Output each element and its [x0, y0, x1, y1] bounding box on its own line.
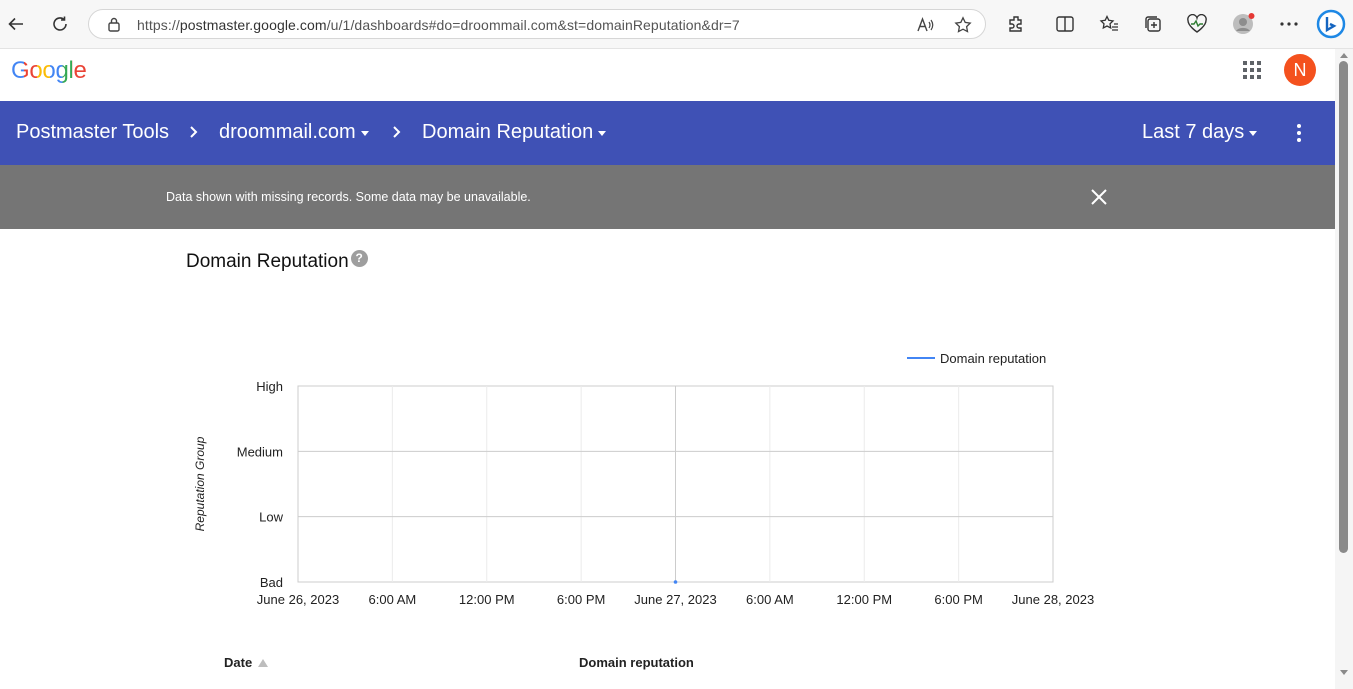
date-range-dropdown[interactable]: Last 7 days	[1142, 121, 1258, 144]
x-tick-label: June 28, 2023	[1012, 592, 1094, 607]
data-point	[673, 580, 678, 584]
domain-dropdown[interactable]: droommail.com	[219, 121, 369, 144]
x-tick-label: 6:00 PM	[934, 592, 982, 607]
page-content: Google N Postmaster Tools droommail.com …	[0, 49, 1335, 689]
domain-name: droommail.com	[219, 121, 356, 143]
avatar-initial: N	[1293, 59, 1307, 80]
vertical-scrollbar[interactable]	[1335, 49, 1353, 689]
lock-icon[interactable]	[107, 16, 121, 37]
browser-toolbar: https://postmaster.google.com/u/1/dashbo…	[0, 0, 1353, 49]
address-bar[interactable]: https://postmaster.google.com/u/1/dashbo…	[88, 9, 986, 39]
y-tick-label: Medium	[237, 444, 283, 459]
google-logo[interactable]: Google	[11, 57, 87, 85]
url-host: postmaster.google.com	[179, 17, 327, 33]
more-vert-icon[interactable]	[1290, 121, 1308, 145]
y-tick-label: High	[256, 379, 283, 394]
url-text[interactable]: https://postmaster.google.com/u/1/dashbo…	[137, 17, 740, 33]
apps-grid-icon[interactable]	[1241, 59, 1263, 81]
column-header-date[interactable]: Date	[224, 655, 269, 670]
chevron-right-icon	[190, 126, 198, 138]
section-title-text: Domain Reputation	[186, 251, 349, 272]
x-tick-label: 6:00 AM	[746, 592, 794, 607]
y-axis-title: Reputation Group	[193, 436, 207, 531]
column-header-domain-reputation[interactable]: Domain reputation	[579, 655, 694, 670]
google-logo-text: Google	[11, 57, 87, 84]
more-options-icon[interactable]	[1276, 11, 1302, 37]
sort-ascending-icon	[258, 658, 269, 667]
chevron-right-icon	[393, 126, 401, 138]
help-icon[interactable]: ?	[350, 249, 368, 267]
dashboard-name: Domain Reputation	[422, 121, 594, 143]
scrollbar-thumb[interactable]	[1339, 61, 1348, 553]
scroll-up-icon[interactable]	[1339, 52, 1349, 59]
browser-essentials-icon[interactable]	[1184, 11, 1210, 37]
dashboard-dropdown[interactable]: Domain Reputation	[422, 121, 607, 144]
extensions-icon[interactable]	[1003, 11, 1029, 37]
section-title: Domain Reputation ?	[186, 249, 368, 273]
collections-icon[interactable]	[1140, 11, 1166, 37]
favorites-icon[interactable]	[1096, 11, 1122, 37]
back-icon[interactable]	[2, 10, 30, 38]
url-scheme: https://	[137, 17, 180, 33]
app-bar: Postmaster Tools droommail.com Domain Re…	[0, 101, 1335, 165]
profile-icon[interactable]	[1230, 11, 1256, 37]
column-header-reputation-label: Domain reputation	[579, 655, 694, 670]
caret-down-icon	[360, 131, 369, 136]
caret-down-icon	[1249, 131, 1258, 136]
x-tick-label: 6:00 AM	[369, 592, 417, 607]
column-header-date-label: Date	[224, 655, 253, 670]
read-aloud-icon[interactable]	[915, 15, 935, 35]
bing-chat-icon[interactable]	[1316, 9, 1346, 39]
date-range-label: Last 7 days	[1142, 121, 1245, 143]
scroll-down-icon[interactable]	[1339, 669, 1349, 676]
banner-message: Data shown with missing records. Some da…	[166, 190, 531, 204]
x-tick-label: 12:00 PM	[459, 592, 515, 607]
close-icon[interactable]	[1089, 187, 1109, 207]
account-avatar[interactable]: N	[1284, 54, 1316, 86]
warning-banner: Data shown with missing records. Some da…	[0, 165, 1335, 229]
y-tick-label: Low	[259, 510, 283, 525]
x-tick-label: June 27, 2023	[634, 592, 716, 607]
legend-label: Domain reputation	[940, 351, 1046, 366]
breadcrumb-product[interactable]: Postmaster Tools	[16, 121, 169, 144]
favorite-star-icon[interactable]	[953, 15, 973, 35]
x-tick-label: June 26, 2023	[257, 592, 339, 607]
y-tick-label: Bad	[260, 575, 283, 590]
refresh-icon[interactable]	[46, 10, 74, 38]
url-path: /u/1/dashboards#do=droommail.com&st=doma…	[326, 17, 740, 33]
x-tick-label: 12:00 PM	[836, 592, 892, 607]
split-screen-icon[interactable]	[1052, 11, 1078, 37]
product-name: Postmaster Tools	[16, 121, 170, 143]
domain-reputation-chart: Bad Low Medium High June 26, 2023 6:00 AM 12:0…	[193, 351, 1094, 607]
caret-down-icon	[598, 131, 607, 136]
x-tick-label: 6:00 PM	[557, 592, 605, 607]
